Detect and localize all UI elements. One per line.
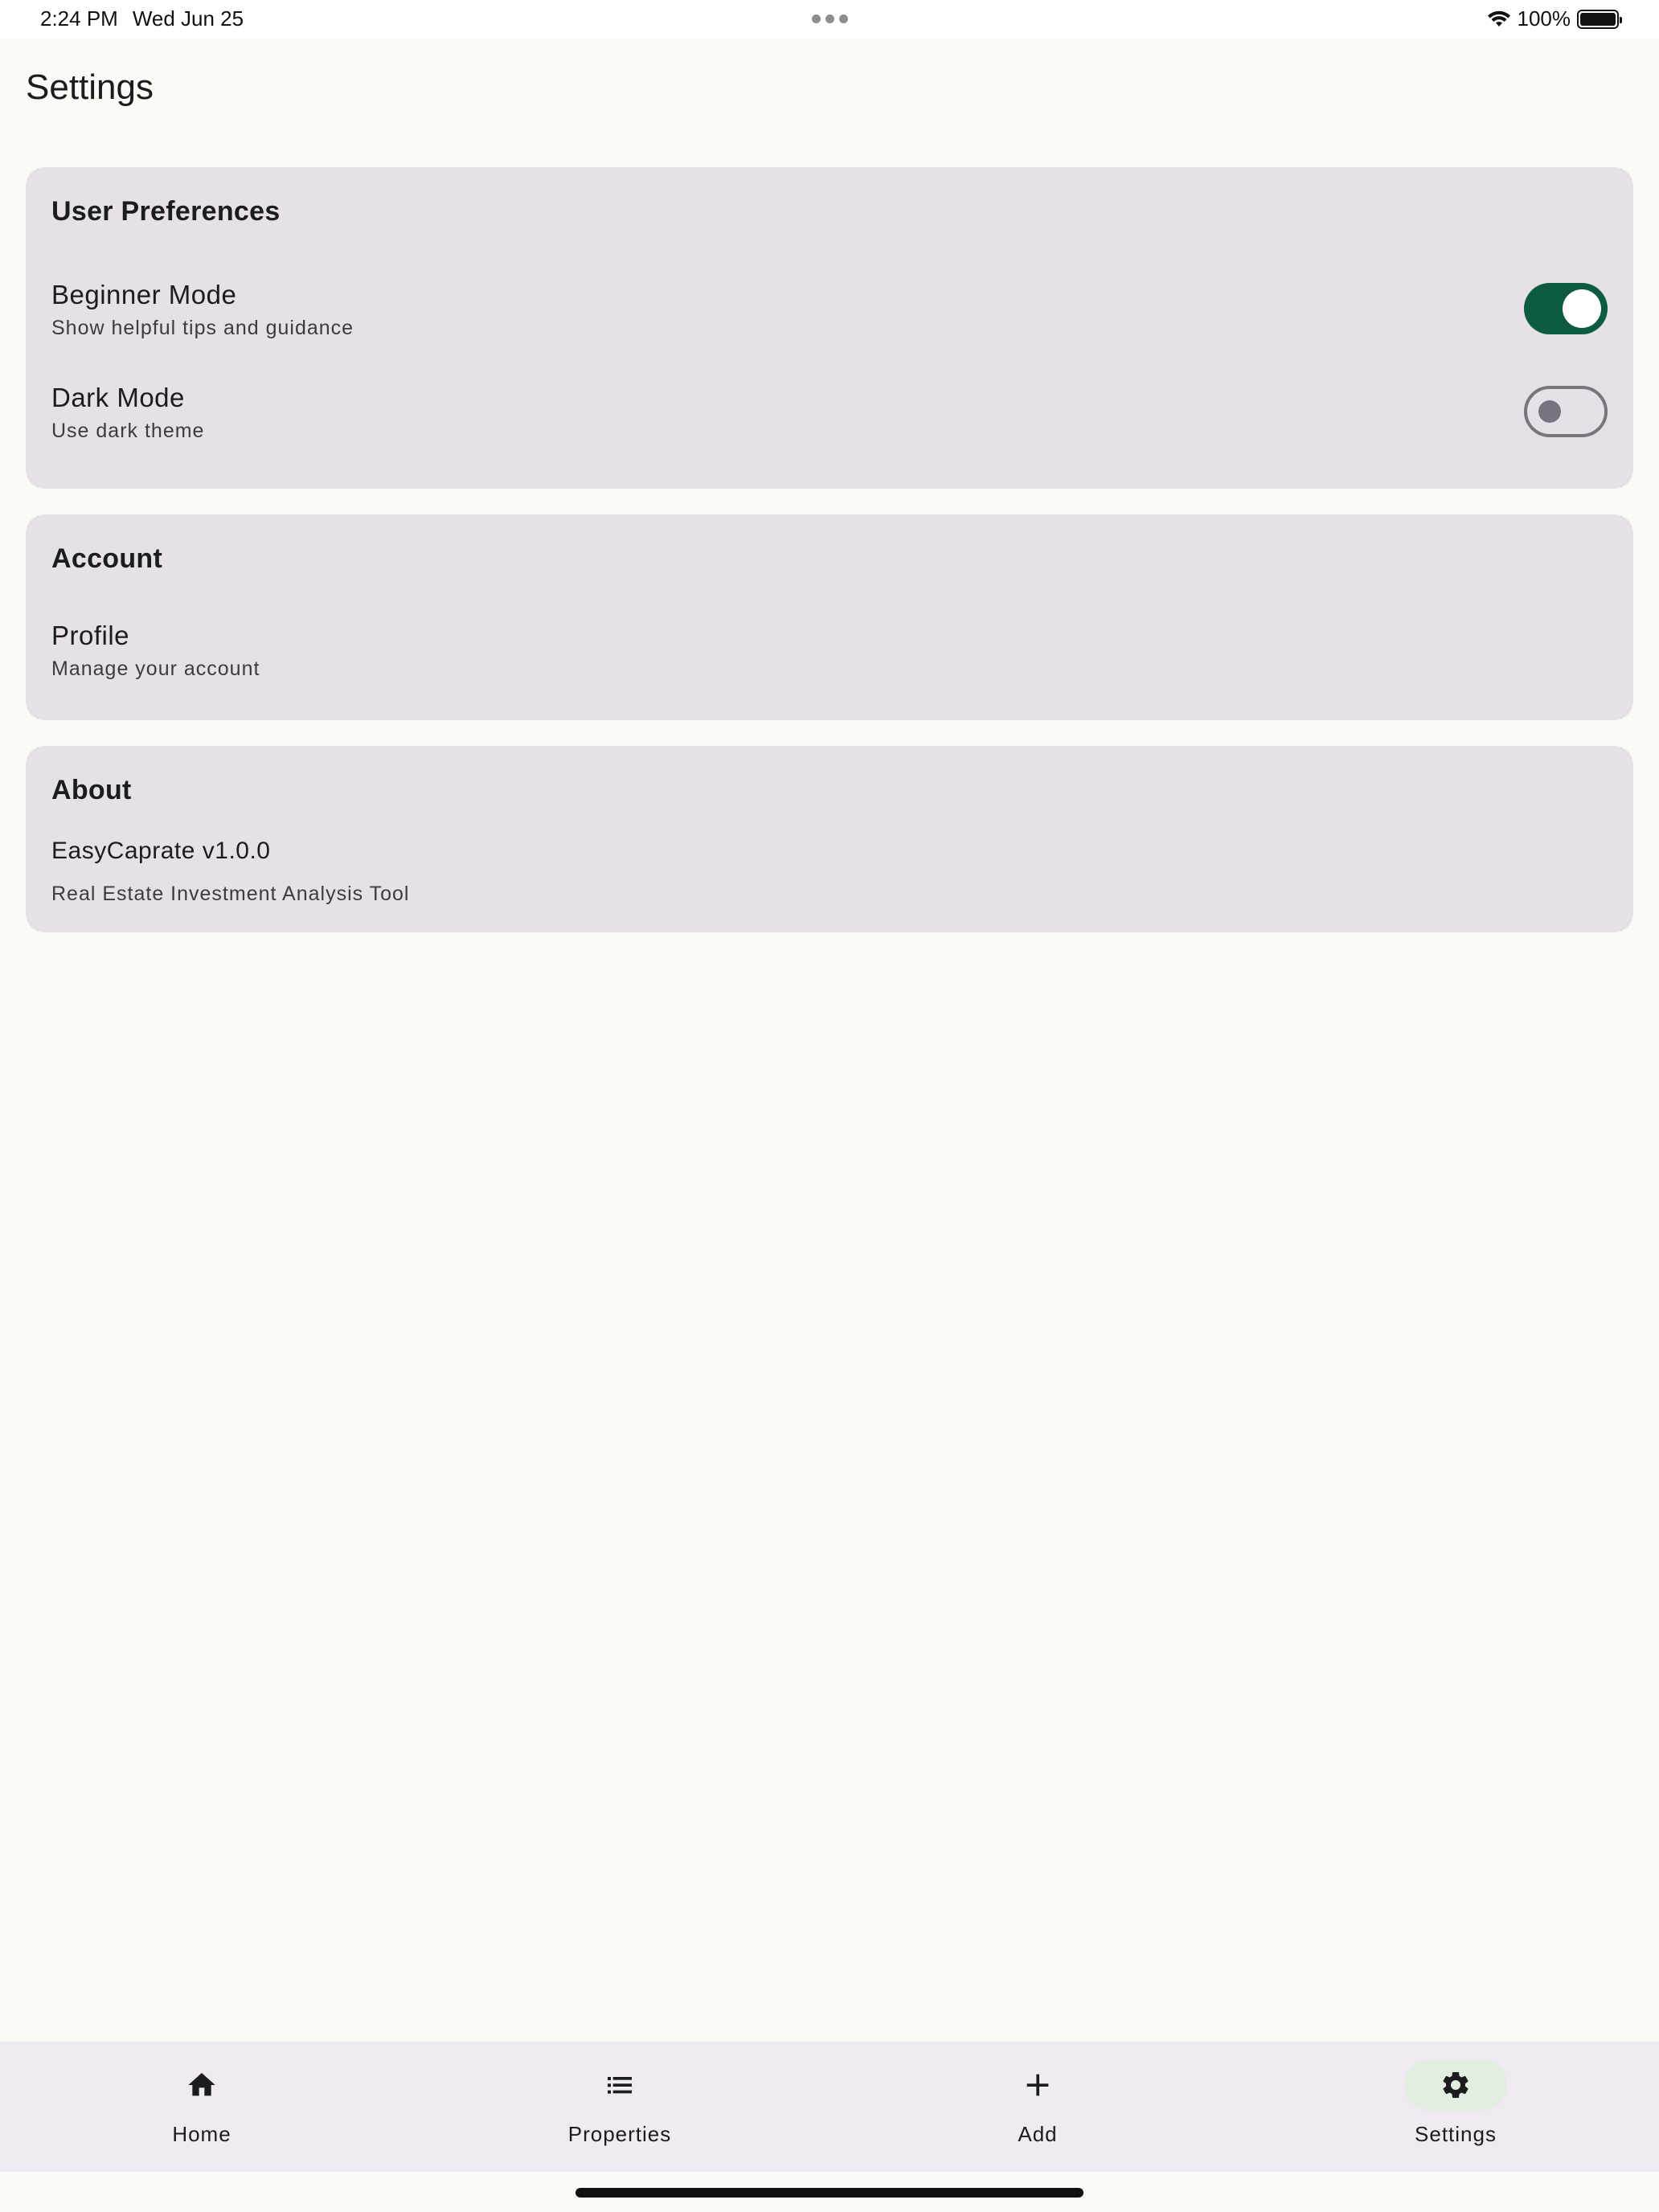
bottom-navigation: Home Properties Add Settings: [0, 2042, 1659, 2172]
status-clock: 2:24 PM Wed Jun 25: [40, 6, 244, 31]
nav-properties-label: Properties: [567, 2122, 672, 2146]
section-title-about: About: [51, 775, 132, 805]
nav-properties[interactable]: Properties: [539, 2042, 700, 2172]
dark-mode-label: Dark Mode: [51, 383, 185, 412]
nav-add[interactable]: Add: [957, 2042, 1118, 2172]
page-title: Settings: [26, 68, 154, 107]
status-bar: 2:24 PM Wed Jun 25 100%: [0, 0, 1659, 39]
app-tagline: Real Estate Investment Analysis Tool: [51, 883, 410, 905]
plus-icon: [1026, 2074, 1049, 2096]
status-time: 2:24 PM: [40, 6, 118, 31]
toggle-knob: [1538, 400, 1561, 423]
list-icon: [608, 2077, 632, 2094]
about-card: About EasyCaprate v1.0.0 Real Estate Inv…: [26, 746, 1633, 932]
home-indicator[interactable]: [576, 2188, 1083, 2198]
multitasking-dots-icon[interactable]: [812, 14, 848, 23]
user-preferences-card: User Preferences Beginner Mode Show help…: [26, 167, 1633, 489]
status-date: Wed Jun 25: [132, 6, 244, 31]
beginner-mode-toggle[interactable]: [1524, 283, 1608, 334]
nav-settings[interactable]: Settings: [1375, 2042, 1536, 2172]
nav-home-label: Home: [172, 2122, 231, 2146]
beginner-mode-description: Show helpful tips and guidance: [51, 317, 354, 339]
home-icon: [188, 2073, 215, 2096]
battery-percent: 100%: [1517, 6, 1571, 31]
app-version: EasyCaprate v1.0.0: [51, 838, 271, 864]
section-title-account: Account: [51, 543, 163, 574]
toggle-knob: [1563, 289, 1601, 328]
nav-home[interactable]: Home: [121, 2042, 282, 2172]
wifi-icon: [1487, 10, 1510, 27]
beginner-mode-label: Beginner Mode: [51, 280, 237, 309]
profile-description: Manage your account: [51, 657, 260, 680]
dark-mode-toggle[interactable]: [1524, 386, 1608, 437]
section-title-preferences: User Preferences: [51, 196, 281, 227]
profile-label: Profile: [51, 621, 130, 650]
status-indicators: 100%: [1487, 6, 1622, 31]
account-card: Account Profile Manage your account: [26, 514, 1633, 720]
nav-settings-label: Settings: [1415, 2122, 1497, 2146]
dark-mode-description: Use dark theme: [51, 420, 205, 442]
nav-add-label: Add: [1018, 2122, 1058, 2146]
battery-icon: [1577, 9, 1622, 29]
gear-icon: [1443, 2072, 1469, 2098]
